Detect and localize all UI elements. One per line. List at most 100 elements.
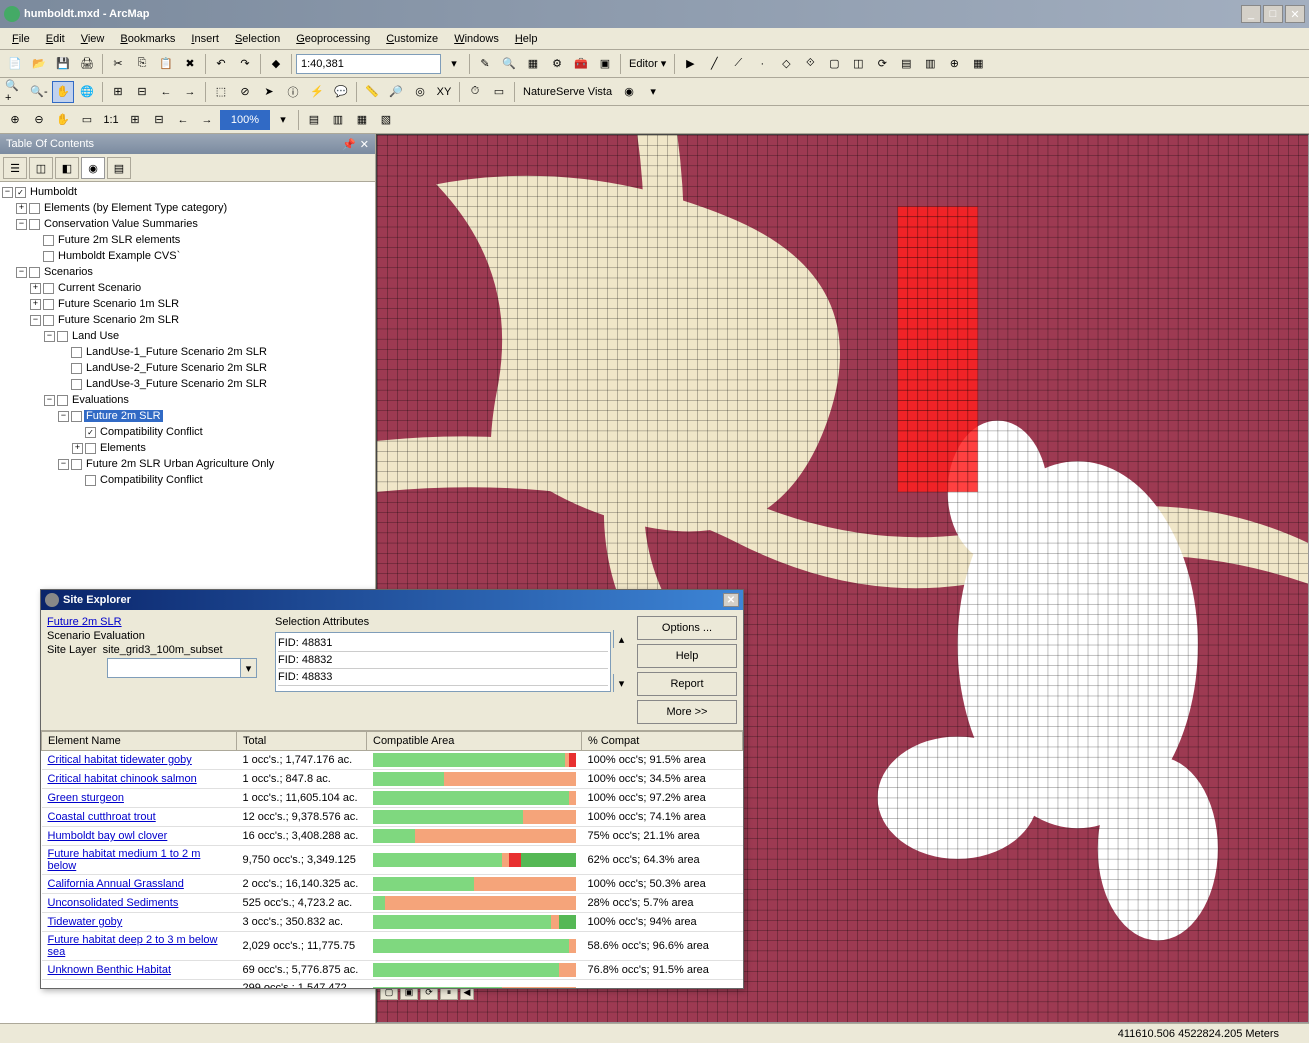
tree-item[interactable]: Elements [98, 442, 148, 454]
edit-create-icon[interactable]: ▦ [967, 53, 989, 75]
menu-selection[interactable]: Selection [227, 31, 288, 47]
edit-arc-icon[interactable]: ⟋ [727, 53, 749, 75]
tree-checkbox[interactable] [29, 203, 40, 214]
table-row[interactable]: Tidewater goby3 occ's.; 350.832 ac.100% … [42, 913, 743, 932]
zoom-in-icon[interactable]: 🔍+ [4, 81, 26, 103]
edit-line-icon[interactable]: ╱ [703, 53, 725, 75]
dialog-title-bar[interactable]: Site Explorer ✕ [41, 590, 743, 610]
time-slider-icon[interactable]: ⏱ [464, 81, 486, 103]
edit-vertex-icon[interactable]: ◇ [775, 53, 797, 75]
edit-rotate-icon[interactable]: ⟳ [871, 53, 893, 75]
toc-pin-icon[interactable]: 📌 [342, 138, 356, 151]
toc-tab-source[interactable]: ◫ [29, 157, 53, 179]
change-layout-icon[interactable]: ▦ [351, 109, 373, 131]
scroll-up-icon[interactable]: ▴ [613, 630, 629, 648]
element-name-link[interactable]: Unconsolidated Sediments [48, 897, 179, 909]
layout-whole-page-icon[interactable]: ▭ [76, 109, 98, 131]
tree-toggle[interactable]: − [44, 395, 55, 406]
select-elements-icon[interactable]: ➤ [258, 81, 280, 103]
tree-toggle[interactable]: − [58, 411, 69, 422]
editor-dropdown[interactable]: Editor ▾ [625, 57, 670, 70]
table-row[interactable]: Coastal cutthroat trout12 occ's.; 9,378.… [42, 808, 743, 827]
dd-pages-icon[interactable]: ▧ [375, 109, 397, 131]
table-row[interactable]: Unconsolidated Sediments525 occ's.; 4,72… [42, 894, 743, 913]
close-button[interactable]: ✕ [1285, 5, 1305, 23]
dialog-close-button[interactable]: ✕ [723, 593, 739, 607]
layout-fixed-in-icon[interactable]: ⊞ [124, 109, 146, 131]
site-layer-combo[interactable]: ▾ [107, 658, 257, 678]
col-compat-area[interactable]: Compatible Area [367, 732, 582, 751]
clear-selection-icon[interactable]: ⊘ [234, 81, 256, 103]
edit-pointer-icon[interactable]: ▶ [679, 53, 701, 75]
edit-target-icon[interactable]: ⊕ [943, 53, 965, 75]
tree-checkbox[interactable]: ✓ [15, 187, 26, 198]
toc-tab-visibility[interactable]: ◧ [55, 157, 79, 179]
menu-customize[interactable]: Customize [378, 31, 446, 47]
toggle-draft-icon[interactable]: ▤ [303, 109, 325, 131]
tree-checkbox[interactable] [57, 331, 68, 342]
tree-item[interactable]: LandUse-3_Future Scenario 2m SLR [84, 378, 269, 390]
tree-item[interactable]: Land Use [70, 330, 121, 342]
zoom-out-icon[interactable]: 🔍- [28, 81, 50, 103]
element-name-link[interactable]: Critical habitat tidewater goby [48, 754, 192, 766]
undo-icon[interactable]: ↶ [210, 53, 232, 75]
tree-toggle[interactable]: − [30, 315, 41, 326]
search-icon[interactable]: ⚙ [546, 53, 568, 75]
map-scale-input[interactable] [296, 54, 441, 74]
menu-insert[interactable]: Insert [183, 31, 227, 47]
menu-file[interactable]: File [4, 31, 38, 47]
fixed-zoom-out-icon[interactable]: ⊟ [131, 81, 153, 103]
scenario-link[interactable]: Future 2m SLR [47, 616, 267, 628]
hyperlink-icon[interactable]: ⚡ [306, 81, 328, 103]
maximize-button[interactable]: □ [1263, 5, 1283, 23]
catalog-icon[interactable]: ▦ [522, 53, 544, 75]
minimize-button[interactable]: _ [1241, 5, 1261, 23]
element-name-link[interactable]: Coastal cutthroat trout [48, 811, 156, 823]
edit-point-icon[interactable]: · [751, 53, 773, 75]
select-features-icon[interactable]: ⬚ [210, 81, 232, 103]
delete-icon[interactable]: ✖ [179, 53, 201, 75]
element-name-link[interactable]: Critical habitat chinook salmon [48, 773, 197, 785]
tree-item[interactable]: Scenarios [42, 266, 95, 278]
tree-item[interactable]: Evaluations [70, 394, 131, 406]
tree-toggle[interactable]: + [30, 299, 41, 310]
edit-cut-icon[interactable]: ▢ [823, 53, 845, 75]
edit-sketch-icon[interactable]: ▥ [919, 53, 941, 75]
tree-checkbox[interactable] [43, 315, 54, 326]
tree-checkbox[interactable] [71, 411, 82, 422]
tree-toggle[interactable]: + [72, 443, 83, 454]
element-name-link[interactable]: Future habitat medium 1 to 2 m below [48, 848, 201, 872]
col-percent-compat[interactable]: % Compat [582, 732, 743, 751]
toc-tab-selection[interactable]: ◉ [81, 157, 105, 179]
tree-item[interactable]: Future 2m SLR elements [56, 234, 182, 246]
goto-xy-icon[interactable]: XY [433, 81, 455, 103]
find-icon[interactable]: 🔍 [498, 53, 520, 75]
menu-geoprocessing[interactable]: Geoprocessing [288, 31, 378, 47]
more-button[interactable]: More >> [637, 700, 737, 724]
add-data-icon[interactable]: ◆ [265, 53, 287, 75]
fid-item[interactable]: FID: 48832 [278, 652, 608, 669]
layout-pan-icon[interactable]: ✋ [52, 109, 74, 131]
python-icon[interactable]: ▣ [594, 53, 616, 75]
redo-icon[interactable]: ↷ [234, 53, 256, 75]
tree-checkbox[interactable] [29, 219, 40, 230]
vista-dropdown-icon[interactable]: ▾ [642, 81, 664, 103]
tree-checkbox[interactable] [29, 267, 40, 278]
paste-icon[interactable]: 📋 [155, 53, 177, 75]
tree-item[interactable]: Current Scenario [56, 282, 143, 294]
element-name-link[interactable]: California Annual Grassland [48, 878, 184, 890]
create-viewer-icon[interactable]: ▭ [488, 81, 510, 103]
element-name-link[interactable]: Green sturgeon [48, 792, 124, 804]
new-doc-icon[interactable]: 📄 [4, 53, 26, 75]
layout-forward-icon[interactable]: → [196, 109, 218, 131]
tree-toggle[interactable]: − [58, 459, 69, 470]
table-row[interactable]: Critical habitat chinook salmon1 occ's.;… [42, 770, 743, 789]
tree-checkbox[interactable] [43, 251, 54, 262]
menu-windows[interactable]: Windows [446, 31, 507, 47]
zoom-percent[interactable]: 100% [220, 110, 270, 130]
tree-item[interactable]: Compatibility Conflict [98, 426, 205, 438]
toc-tab-options[interactable]: ▤ [107, 157, 131, 179]
tree-item[interactable]: Conservation Value Summaries [42, 218, 200, 230]
open-icon[interactable]: 📂 [28, 53, 50, 75]
find-route-icon[interactable]: ◎ [409, 81, 431, 103]
